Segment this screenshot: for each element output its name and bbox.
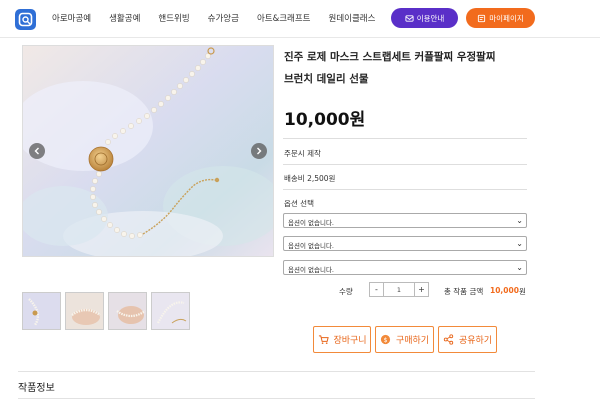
quantity-increase-button[interactable]: + xyxy=(415,283,428,296)
thumbnail-image xyxy=(23,293,60,329)
add-to-cart-label: 장바구니 xyxy=(333,336,367,346)
product-info-section-title: 작품정보 xyxy=(18,383,55,394)
mypage-icon xyxy=(478,14,486,22)
quantity-label: 수량 xyxy=(339,287,353,296)
logo-icon xyxy=(18,12,33,27)
next-image-button[interactable] xyxy=(251,143,267,159)
share-label: 공유하기 xyxy=(458,336,493,346)
thumbnail-1[interactable] xyxy=(22,292,61,330)
made-to-order-text: 주문시 제작 xyxy=(284,149,321,158)
buy-now-label: 구매하기 xyxy=(395,336,430,346)
nav-item-sugar[interactable]: 슈가앙금 xyxy=(208,12,239,24)
divider xyxy=(283,138,527,139)
guide-label: 이용안내 xyxy=(416,13,445,23)
add-to-cart-button[interactable]: 장바구니 xyxy=(313,326,371,353)
thumbnail-image xyxy=(109,293,146,329)
main-nav: 아로마공예 생활공예 핸드위빙 슈가앙금 아트&크래프트 원데이클래스 xyxy=(52,12,393,24)
cart-icon xyxy=(317,334,329,346)
mypage-label: 마이페이지 xyxy=(489,13,524,23)
top-header: 아로마공예 생활공예 핸드위빙 슈가앙금 아트&크래프트 원데이클래스 이용안내… xyxy=(0,0,600,38)
product-title: 진주 로제 마스크 스트랩세트 커플팔찌 우정팔찌 브런치 데일리 선물 xyxy=(284,46,534,90)
buy-now-button[interactable]: $ 구매하기 xyxy=(375,326,434,353)
quantity-decrease-button[interactable]: - xyxy=(370,283,383,296)
nav-item-oneday[interactable]: 원데이클래스 xyxy=(329,12,376,24)
divider xyxy=(283,164,527,165)
mypage-button[interactable]: 마이페이지 xyxy=(466,8,535,28)
product-main-image xyxy=(22,45,274,257)
option-select-2[interactable]: 옵션이 없습니다. ⌄ xyxy=(283,236,527,251)
thumbnail-strip xyxy=(22,292,190,330)
option-select-value: 옵션이 없습니다. xyxy=(288,242,334,250)
divider xyxy=(18,398,535,399)
guide-icon xyxy=(405,14,414,22)
quantity-stepper: - 1 + xyxy=(369,282,429,297)
share-button[interactable]: 공유하기 xyxy=(438,326,497,353)
thumbnail-image xyxy=(66,293,103,329)
option-select-value: 옵션이 없습니다. xyxy=(288,219,334,227)
nav-item-aroma[interactable]: 아로마공예 xyxy=(52,12,91,24)
option-select-label: 옵션 선택 xyxy=(284,199,314,208)
quantity-input[interactable]: 1 xyxy=(383,283,415,296)
share-icon xyxy=(443,334,455,346)
chevron-down-icon: ⌄ xyxy=(516,216,523,225)
bracelet-photo xyxy=(23,46,273,256)
svg-text:$: $ xyxy=(384,336,388,344)
guide-button[interactable]: 이용안내 xyxy=(391,8,458,28)
product-title-line1: 진주 로제 마스크 스트랩세트 커플팔찌 우정팔찌 xyxy=(284,51,496,63)
thumbnail-4[interactable] xyxy=(151,292,190,330)
site-logo[interactable] xyxy=(15,9,36,30)
chevron-right-icon xyxy=(257,147,262,155)
prev-image-button[interactable] xyxy=(29,143,45,159)
thumbnail-2[interactable] xyxy=(65,292,104,330)
chevron-down-icon: ⌄ xyxy=(516,263,523,272)
option-select-value: 옵션이 없습니다. xyxy=(288,266,334,274)
divider xyxy=(18,371,535,372)
option-select-1[interactable]: 옵션이 없습니다. ⌄ xyxy=(283,213,527,228)
chevron-left-icon xyxy=(34,147,39,155)
thumbnail-3[interactable] xyxy=(108,292,147,330)
total-price-unit: 원 xyxy=(519,287,526,296)
option-select-3[interactable]: 옵션이 없습니다. ⌄ xyxy=(283,260,527,275)
product-price: 10,000원 xyxy=(284,110,366,130)
chevron-down-icon: ⌄ xyxy=(516,239,523,248)
nav-item-art-craft[interactable]: 아트&크래프트 xyxy=(257,12,311,24)
nav-item-weaving[interactable]: 핸드위빙 xyxy=(158,12,189,24)
nav-item-living[interactable]: 생활공예 xyxy=(109,12,140,24)
divider xyxy=(283,189,527,190)
thumbnail-image xyxy=(152,293,189,329)
total-price-value: 10,000 xyxy=(490,286,519,295)
shipping-fee-text: 배송비 2,500원 xyxy=(284,174,336,183)
total-price-label: 총 작품 금액 xyxy=(444,287,484,296)
product-title-line2: 브런치 데일리 선물 xyxy=(284,73,369,85)
coin-icon: $ xyxy=(380,334,392,346)
